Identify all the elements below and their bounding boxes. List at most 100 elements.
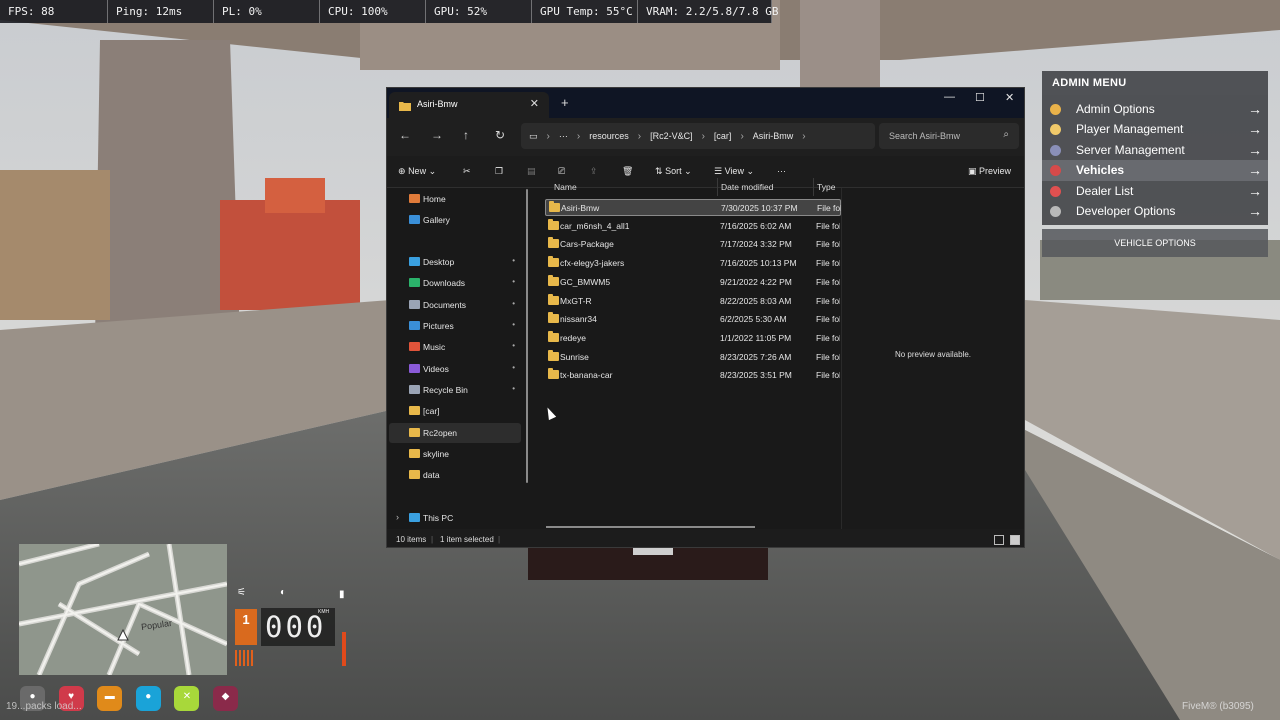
pin-icon[interactable]: • [512,320,515,329]
admin-menu-item-admin-options[interactable]: Admin Options → [1042,99,1268,119]
address-bar[interactable]: ▭ › ··· › resources › [Rc2-V&C] › [car] … [521,123,875,149]
pin-icon[interactable]: • [512,363,515,372]
admin-menu-item-dealer-list[interactable]: Dealer List → [1042,181,1268,201]
file-row[interactable]: tx-banana-car 8/23/2025 3:51 PM File fol [545,367,841,384]
file-row[interactable]: Cars-Package 7/17/2024 3:32 PM File fol [545,236,841,253]
navigation-pane: Home Gallery Desktop • Downloads • Documents • P… [387,189,528,529]
search-input[interactable]: Search Asiri-Bmw ⌕ [879,123,1019,149]
breadcrumb-separator: › [546,130,550,142]
tab-asiri-bmw[interactable]: Asiri-Bmw ✕ [389,92,549,118]
plus-icon: ⊕ [398,166,406,176]
minimize-button[interactable]: — [944,91,955,103]
file-row[interactable]: Asiri-Bmw 7/30/2025 10:37 PM File fol [545,199,841,216]
sidebar-item-car[interactable]: [car] [389,401,521,421]
column-header-name[interactable]: Name [554,182,577,192]
column-header-date-modified[interactable]: Date modified [721,182,773,192]
sidebar-item-pictures[interactable]: Pictures • [389,316,521,336]
refresh-button[interactable]: ↻ [495,128,505,142]
pin-icon[interactable]: • [512,384,515,393]
admin-menu-item-server-management[interactable]: Server Management → [1042,140,1268,160]
status-glyph: ◆ [221,691,230,702]
cut-icon[interactable]: ✂ [463,166,471,177]
file-row[interactable]: redeye 1/1/2022 11:05 PM File fol [545,330,841,347]
back-button[interactable]: ← [399,128,411,142]
admin-menu-item-developer-options[interactable]: Developer Options → [1042,201,1268,221]
file-row[interactable]: Sunrise 8/23/2025 7:26 AM File fol [545,349,841,366]
arrow-right-icon: → [1248,141,1262,158]
gear-indicator: 1 [235,609,257,645]
admin-menu-item-player-management[interactable]: Player Management → [1042,119,1268,139]
pin-icon[interactable]: • [512,341,515,350]
tag-icon [1050,185,1061,197]
breadcrumb-more[interactable]: ··· [559,131,568,141]
file-type: File fol [816,351,840,362]
navigation-pane-scrollbar[interactable] [526,189,528,483]
paste-icon[interactable]: ▤ [527,166,536,177]
speed-unit: KMH [318,609,330,615]
close-window-button[interactable]: ✕ [1005,91,1014,104]
forward-button[interactable]: → [431,128,443,142]
sidebar-item-music[interactable]: Music • [389,337,521,357]
pin-icon[interactable]: • [512,256,515,265]
file-row[interactable]: nissanr34 6/2/2025 5:30 AM File fol [545,311,841,328]
sidebar-item-data[interactable]: data [389,465,521,485]
sidebar-item-home[interactable]: Home [389,189,521,209]
item-count: 10 items [396,535,427,544]
breadcrumb-separator: › [637,130,642,142]
no-preview-message: No preview available. [894,350,972,359]
pin-icon[interactable]: • [512,277,515,286]
up-button[interactable]: ↑ [463,128,469,142]
status-bar: 10 items | 1 item selected | [387,529,1024,547]
file-row[interactable]: GC_BMWM5 9/21/2022 4:22 PM File fol [545,274,841,291]
chevron-right-icon[interactable]: › [396,512,399,522]
pin-icon[interactable]: • [512,299,515,308]
admin-menu-title: ADMIN MENU [1042,71,1268,95]
file-row[interactable]: MxGT-R 8/22/2025 8:03 AM File fol [545,293,841,310]
preview-button[interactable]: ▣ Preview [968,166,1011,177]
search-icon: ⌕ [1003,129,1009,140]
headlights-icon: ◐ [280,587,287,598]
minimap[interactable] [19,544,227,675]
ping-readout: Ping: 12ms [108,0,214,23]
tiles-view-icon[interactable] [1010,535,1020,545]
sidebar-item-downloads[interactable]: Downloads • [389,273,521,293]
file-name: nissanr34 [560,314,597,325]
sidebar-item-desktop[interactable]: Desktop • [389,252,521,272]
copy-icon[interactable]: ❐ [495,166,503,177]
sidebar-item-skyline[interactable]: skyline [389,444,521,464]
new-tab-button[interactable]: + [561,95,569,110]
file-type: File fol [816,370,840,381]
fivem-version-label: FiveM® (b3095) [1182,701,1254,712]
file-row[interactable]: car_m6nsh_4_all1 7/16/2025 6:02 AM File fo… [545,218,841,235]
breadcrumb-rc2-vc[interactable]: [Rc2-V&C] [650,131,693,141]
column-header-type[interactable]: Type [817,182,835,192]
column-divider[interactable] [813,178,814,196]
sidebar-item-rc2open[interactable]: Rc2open [389,423,521,443]
arrow-right-icon: → [1248,101,1262,117]
music-icon [409,342,420,351]
breadcrumb-car[interactable]: [car] [714,131,732,141]
details-view-icon[interactable] [994,535,1004,545]
sidebar-item-gallery[interactable]: Gallery [389,210,521,230]
maximize-button[interactable]: ☐ [975,91,985,104]
sidebar-item-videos[interactable]: Videos • [389,359,521,379]
column-divider[interactable] [717,178,718,196]
breadcrumb-resources[interactable]: resources [589,131,629,141]
breadcrumb-asiri-bmw[interactable]: Asiri-Bmw [753,131,794,141]
sidebar-item-this-pc[interactable]: › This PC [389,508,521,528]
new-button[interactable]: ⊕ New ⌄ [398,166,436,177]
admin-menu-item-vehicles[interactable]: Vehicles → [1042,160,1268,181]
sidebar-item-label: Documents [423,300,466,310]
sidebar-item-documents[interactable]: Documents • [389,295,521,315]
folder-icon [409,428,420,437]
horizontal-scrollbar[interactable] [546,526,755,528]
close-tab-icon[interactable]: ✕ [530,97,539,110]
desktop-icon [409,257,420,266]
sidebar-item-label: [car] [423,406,440,416]
file-date-modified: 7/30/2025 10:37 PM [721,203,798,213]
file-row[interactable]: cfx-elegy3-jakers 7/16/2025 10:13 PM File … [545,255,841,272]
file-type: File fol [816,239,840,250]
sidebar-item-recycle-bin[interactable]: Recycle Bin • [389,380,521,400]
chevron-down-icon: ⌄ [428,166,437,176]
file-date-modified: 9/21/2022 4:22 PM [720,276,792,287]
